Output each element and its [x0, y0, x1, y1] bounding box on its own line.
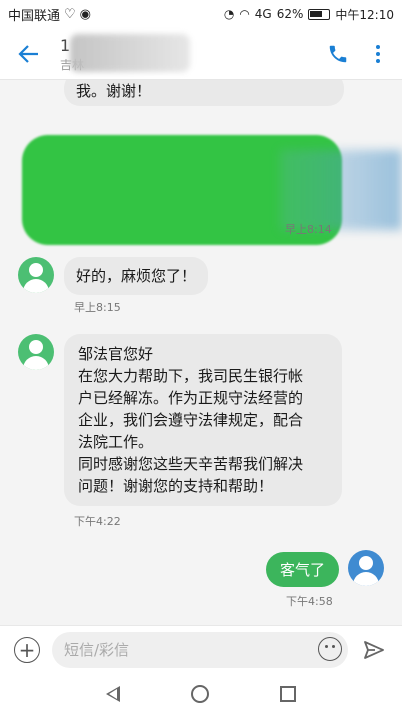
system-nav-bar — [0, 673, 402, 715]
message-input-placeholder: 短信/彩信 — [64, 641, 130, 659]
battery-percent: 62% — [276, 7, 304, 21]
composer-bar: + 短信/彩信 — [0, 625, 402, 673]
contact-number: 1 — [60, 35, 71, 55]
nav-back-icon[interactable] — [105, 686, 120, 702]
redaction-smudge — [280, 150, 402, 230]
send-button[interactable] — [360, 636, 388, 664]
message-time: 早上8:14 — [285, 223, 332, 236]
dot-icon — [376, 44, 380, 49]
clock: 中午12:10 — [335, 7, 394, 22]
send-icon — [364, 640, 384, 659]
message-text: 好的，麻烦您了！ — [76, 267, 197, 285]
dot-icon — [376, 51, 380, 56]
message-time: 早上8:15 — [74, 301, 121, 314]
redaction-smudge — [70, 33, 190, 72]
message-line: 户已经解冻。作为正规守法经营的 — [78, 389, 304, 407]
message-line: 同时感谢您这些天辛苦帮我们解决 — [78, 455, 304, 473]
message-bubble[interactable]: 我。谢谢！ — [64, 80, 344, 106]
arrow-left-icon — [18, 44, 38, 63]
call-button[interactable] — [322, 38, 354, 70]
message-bubble-outgoing[interactable]: 客气了 — [266, 552, 340, 587]
nav-recents-icon[interactable] — [280, 686, 297, 702]
message-list[interactable]: 我。谢谢！ 早上8:14 好的，麻烦您了！ 早上8:15 邹法官您好 在您大力帮… — [0, 80, 402, 625]
message-bubble[interactable]: 邹法官您好 在您大力帮助下，我司民生银行帐 户已经解冻。作为正规守法经营的 企业… — [64, 334, 342, 506]
message-time: 下午4:22 — [74, 515, 121, 528]
dot-icon — [376, 58, 380, 63]
nav-home-icon[interactable] — [190, 685, 209, 703]
carrier-label: 中国联通 — [8, 8, 61, 24]
message-time: 下午4:58 — [286, 595, 333, 608]
contact-avatar[interactable] — [18, 334, 54, 370]
message-line: 企业，我们会遵守法律规定，配合 — [78, 411, 304, 429]
contact-title[interactable]: 1 吉林 — [60, 33, 322, 74]
message-text: 客气了 — [280, 561, 326, 579]
message-text: 我。谢谢！ — [76, 82, 152, 100]
message-line: 邹法官您好 — [78, 345, 154, 363]
more-options-button[interactable] — [368, 44, 388, 63]
phone-icon — [329, 45, 347, 62]
wifi-icon: ◠ — [239, 7, 250, 21]
message-line: 在您大力帮助下，我司民生银行帐 — [78, 367, 304, 385]
user-avatar[interactable] — [348, 550, 384, 586]
battery-icon — [308, 8, 331, 20]
status-bar: 中国联通 ♡ ◉ ◔ ◠ 4G 62% 中午12:10 — [0, 0, 402, 28]
message-line: 问题！谢谢您的支持和帮助！ — [78, 477, 274, 495]
message-line: 法院工作。 — [78, 433, 154, 451]
add-attachment-button[interactable]: + — [14, 636, 40, 663]
contact-avatar[interactable] — [18, 257, 54, 293]
alarm-icon: ◔ — [223, 7, 235, 21]
heart-icon: ♡ — [64, 6, 76, 22]
chat-app-icon: ◉ — [79, 6, 92, 22]
message-bubble[interactable]: 好的，麻烦您了！ — [64, 257, 209, 295]
conversation-header: 1 吉林 — [0, 28, 402, 80]
back-button[interactable] — [14, 39, 44, 69]
message-input[interactable]: 短信/彩信 — [52, 631, 348, 668]
network-label: 4G — [254, 7, 272, 21]
emoji-button[interactable] — [318, 636, 342, 661]
